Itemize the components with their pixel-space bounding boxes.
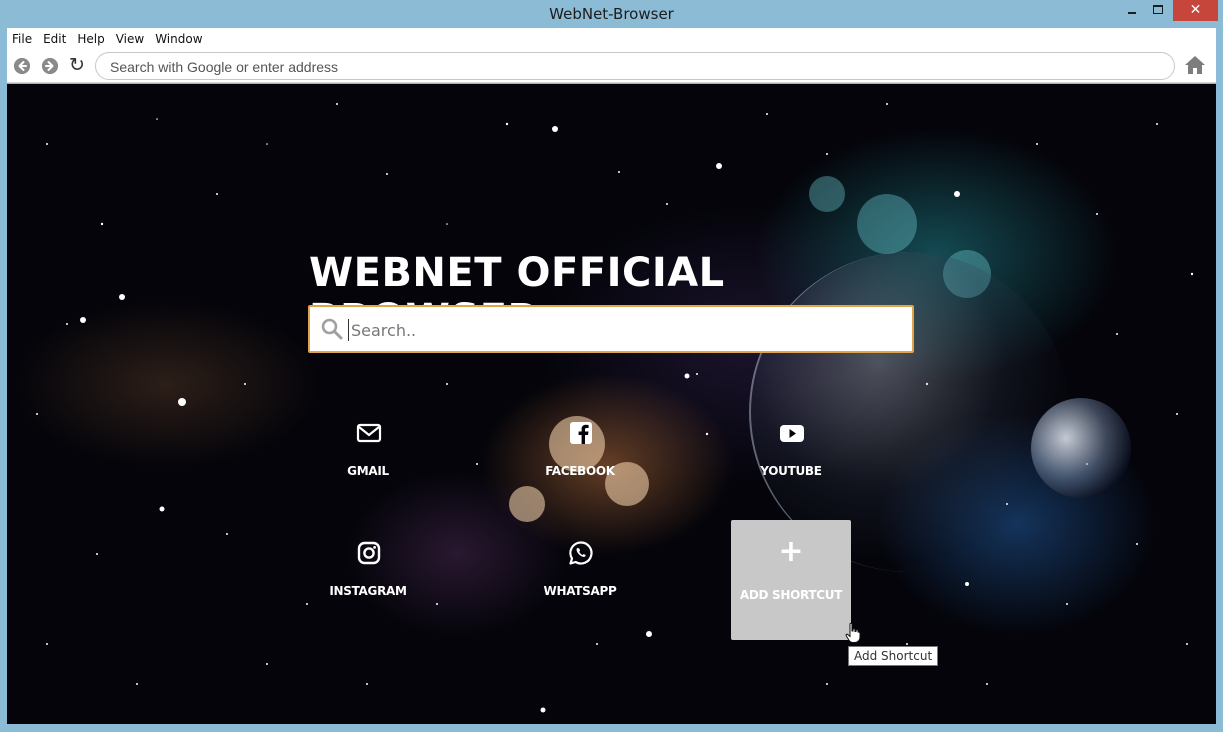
youtube-icon xyxy=(780,425,804,442)
add-shortcut-label: ADD SHORTCUT xyxy=(739,588,843,602)
reload-button[interactable]: ↻ xyxy=(69,55,87,75)
shortcut-label: YOUTUBE xyxy=(760,464,822,478)
shortcut-gmail[interactable]: GMAIL xyxy=(308,392,428,512)
address-bar[interactable] xyxy=(95,52,1175,80)
add-shortcut-button[interactable]: + ADD SHORTCUT xyxy=(731,520,851,640)
plus-icon: + xyxy=(778,534,804,569)
tooltip: Add Shortcut xyxy=(848,646,939,666)
shortcut-label: INSTAGRAM xyxy=(329,584,407,598)
close-button[interactable]: ✕ xyxy=(1173,0,1218,21)
shortcut-label: WHATSAPP xyxy=(543,584,617,598)
home-button[interactable] xyxy=(1184,55,1206,75)
back-button[interactable] xyxy=(14,58,30,74)
whatsapp-icon xyxy=(569,541,593,565)
minimize-icon xyxy=(1128,12,1136,14)
menu-view[interactable]: View xyxy=(111,32,149,46)
browser-window: WebNet-Browser ✕ File Edit Help View Win… xyxy=(0,0,1223,732)
moon-image xyxy=(1031,398,1131,498)
navigation-bar: ↻ xyxy=(7,49,1216,83)
title-bar: WebNet-Browser ✕ xyxy=(0,0,1223,28)
facebook-icon xyxy=(570,422,592,444)
search-input[interactable] xyxy=(348,319,898,341)
home-icon xyxy=(1185,56,1205,74)
back-arrow-icon xyxy=(14,58,30,74)
shortcut-whatsapp[interactable]: WHATSAPP xyxy=(520,512,640,632)
window-title: WebNet-Browser xyxy=(549,5,674,23)
minimize-button[interactable] xyxy=(1119,0,1145,21)
forward-arrow-icon xyxy=(42,58,58,74)
hand-cursor-icon xyxy=(845,622,861,643)
menu-window[interactable]: Window xyxy=(150,32,207,46)
close-icon: ✕ xyxy=(1189,2,1202,18)
menu-edit[interactable]: Edit xyxy=(38,32,71,46)
shortcut-instagram[interactable]: INSTAGRAM xyxy=(308,512,428,632)
shortcut-label: FACEBOOK xyxy=(545,464,615,478)
menu-help[interactable]: Help xyxy=(72,32,109,46)
reload-icon: ↻ xyxy=(69,54,85,76)
instagram-icon xyxy=(357,541,381,565)
maximize-button[interactable] xyxy=(1145,0,1171,21)
shortcut-facebook[interactable]: FACEBOOK xyxy=(520,392,640,512)
new-tab-page: WEBNET OFFICIAL BROWSER GMAIL FACEBOOK xyxy=(7,84,1216,724)
search-box[interactable] xyxy=(308,305,914,353)
forward-button[interactable] xyxy=(42,58,58,74)
search-icon xyxy=(321,318,343,340)
menu-bar: File Edit Help View Window xyxy=(7,28,1216,49)
shortcut-label: GMAIL xyxy=(347,464,389,478)
address-input[interactable] xyxy=(110,58,1150,76)
shortcut-youtube[interactable]: YOUTUBE xyxy=(731,392,851,512)
mail-icon xyxy=(356,423,382,443)
maximize-icon xyxy=(1153,5,1163,14)
menu-file[interactable]: File xyxy=(7,32,37,46)
